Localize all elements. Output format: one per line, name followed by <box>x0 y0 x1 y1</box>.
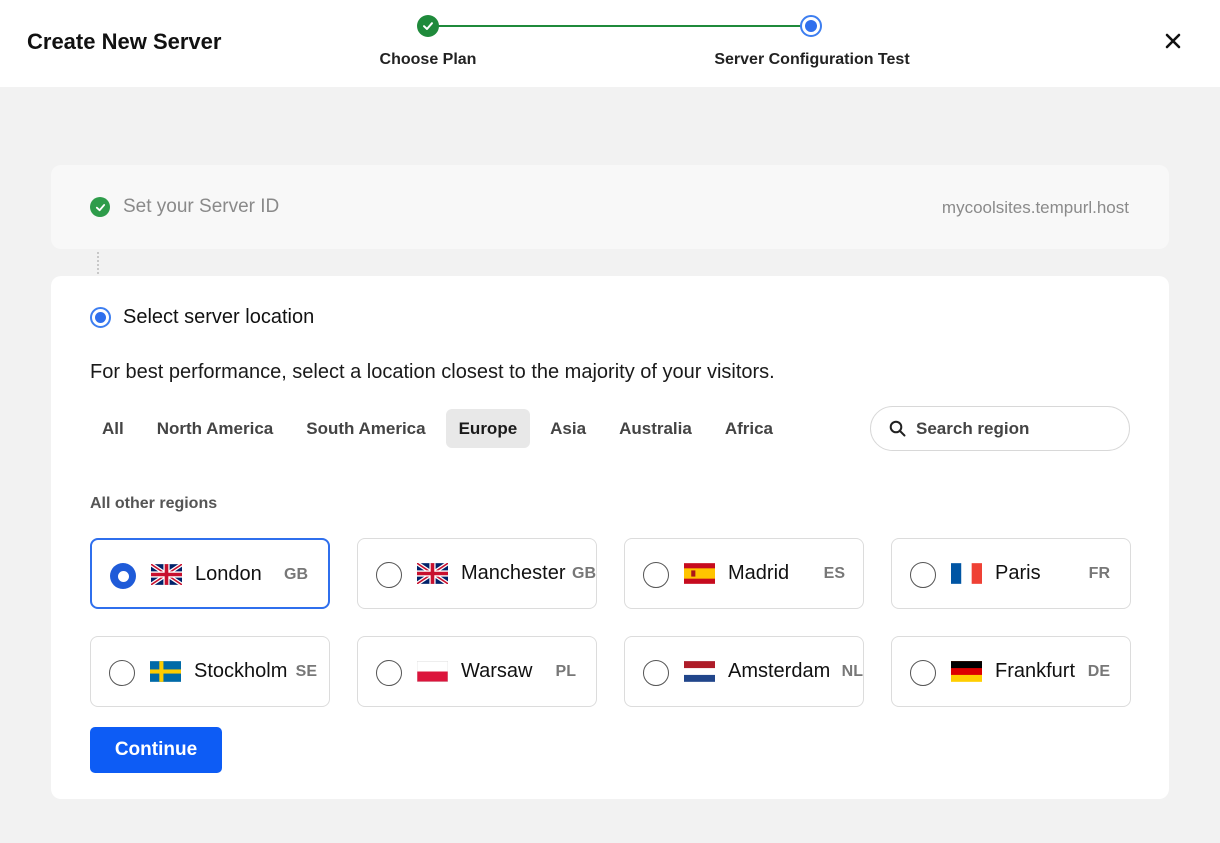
tab-africa[interactable]: Africa <box>712 409 786 448</box>
tab-australia[interactable]: Australia <box>606 409 705 448</box>
uk-flag-icon <box>151 564 182 585</box>
page-title: Create New Server <box>27 29 222 54</box>
location-option-warsaw[interactable]: Warsaw PL <box>357 636 597 707</box>
step-current-icon <box>800 15 822 37</box>
radio-icon[interactable] <box>109 660 135 686</box>
location-name: Warsaw <box>461 660 533 682</box>
section-description: For best performance, select a location … <box>90 361 775 383</box>
server-id-label: Set your Server ID <box>123 196 280 217</box>
server-id-value: mycoolsites.tempurl.host <box>941 198 1129 217</box>
search-box[interactable] <box>870 406 1130 451</box>
section-active-radio-icon <box>90 307 111 328</box>
location-code: FR <box>1088 565 1110 582</box>
continue-button[interactable]: Continue <box>90 727 222 773</box>
step-label-server-config: Server Configuration Test <box>714 51 910 68</box>
france-flag-icon <box>951 563 982 584</box>
location-name: Manchester <box>461 562 566 584</box>
location-option-manchester[interactable]: Manchester GB <box>357 538 597 609</box>
tab-north-america[interactable]: North America <box>144 409 287 448</box>
close-icon[interactable] <box>1160 28 1186 54</box>
location-name: Madrid <box>728 562 790 584</box>
radio-icon[interactable] <box>376 562 402 588</box>
location-name: Paris <box>995 562 1041 584</box>
location-option-amsterdam[interactable]: Amsterdam NL <box>624 636 864 707</box>
server-id-card[interactable]: Set your Server ID mycoolsites.tempurl.h… <box>51 165 1169 249</box>
radio-icon[interactable] <box>643 660 669 686</box>
step-complete-check-icon <box>417 15 439 37</box>
netherlands-flag-icon <box>684 661 715 682</box>
germany-flag-icon <box>951 661 982 682</box>
location-option-london[interactable]: London GB <box>90 538 330 609</box>
tab-asia[interactable]: Asia <box>537 409 599 448</box>
header-bar: Create New Server Choose Plan Server Con… <box>0 0 1220 87</box>
location-code: GB <box>572 565 596 582</box>
location-name: Frankfurt <box>995 660 1076 682</box>
location-option-frankfurt[interactable]: Frankfurt DE <box>891 636 1131 707</box>
poland-flag-icon <box>417 661 448 682</box>
sweden-flag-icon <box>150 661 181 682</box>
location-code: GB <box>284 566 308 583</box>
radio-icon[interactable] <box>910 660 936 686</box>
stepper-progress-line <box>428 25 812 27</box>
spain-flag-icon <box>684 563 715 584</box>
location-code: SE <box>295 663 317 680</box>
location-code: DE <box>1087 663 1110 680</box>
search-icon <box>889 420 906 437</box>
location-option-madrid[interactable]: Madrid ES <box>624 538 864 609</box>
tab-all[interactable]: All <box>89 409 137 448</box>
step-connector <box>97 252 99 274</box>
section-title: Select server location <box>123 306 315 328</box>
tab-south-america[interactable]: South America <box>293 409 438 448</box>
server-location-card: Select server location For best performa… <box>51 276 1169 799</box>
tab-europe[interactable]: Europe <box>445 409 531 448</box>
radio-icon[interactable] <box>376 660 402 686</box>
location-code: PL <box>555 663 576 680</box>
uk-flag-icon <box>417 563 448 584</box>
step-label-choose-plan: Choose Plan <box>379 51 477 68</box>
radio-selected-icon[interactable] <box>110 563 136 589</box>
location-code: NL <box>841 663 863 680</box>
location-code: ES <box>823 565 845 582</box>
region-tabs: All North America South America Europe A… <box>89 409 793 448</box>
radio-icon[interactable] <box>643 562 669 588</box>
location-name: London <box>195 563 262 585</box>
check-circle-icon <box>90 197 110 217</box>
location-option-stockholm[interactable]: Stockholm SE <box>90 636 330 707</box>
location-name: Stockholm <box>194 660 288 682</box>
radio-icon[interactable] <box>910 562 936 588</box>
location-name: Amsterdam <box>728 660 831 682</box>
search-input[interactable] <box>916 418 1106 439</box>
regions-section-label: All other regions <box>90 495 218 512</box>
location-grid: London GB Manchester GB Madrid ES Paris … <box>90 538 1131 707</box>
location-option-paris[interactable]: Paris FR <box>891 538 1131 609</box>
